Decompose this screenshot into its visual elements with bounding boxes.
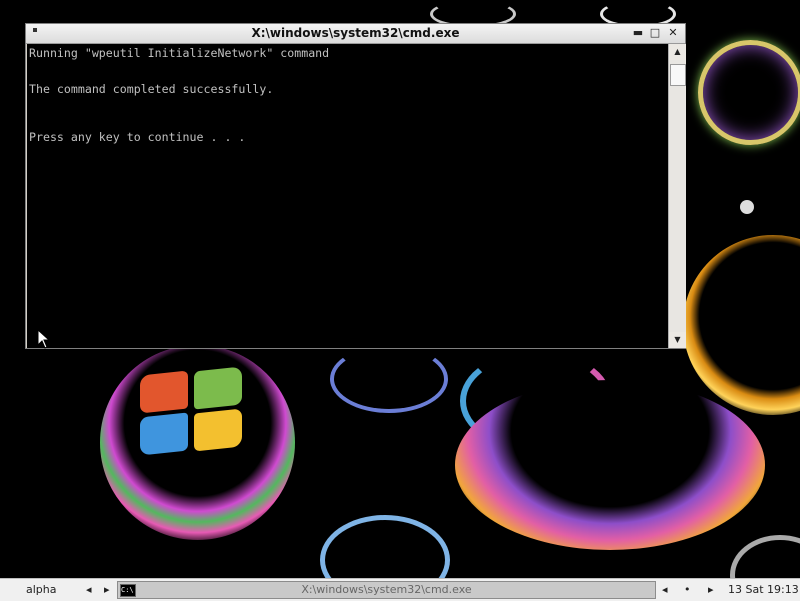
cmd-window: X:\windows\system32\cmd.exe ▬ □ ✕ Runnin… [25, 23, 686, 349]
console-line: Running "wpeutil InitializeNetwork" comm… [29, 46, 330, 60]
title-bar[interactable]: X:\windows\system32\cmd.exe ▬ □ ✕ [26, 24, 685, 44]
taskbar-item-label: X:\windows\system32\cmd.exe [301, 583, 472, 596]
windows-logo [140, 365, 250, 456]
tray-prev-button[interactable]: ◂ [662, 583, 668, 596]
maximize-button[interactable]: □ [648, 26, 662, 40]
bubble [455, 380, 765, 550]
console-line: Press any key to continue . . . [29, 130, 246, 144]
console-output[interactable]: Running "wpeutil InitializeNetwork" comm… [27, 44, 668, 348]
window-title: X:\windows\system32\cmd.exe [251, 26, 460, 40]
prev-desktop-button[interactable]: ◂ [86, 583, 92, 596]
console-line: The command completed successfully. [29, 82, 274, 96]
close-button[interactable]: ✕ [666, 26, 680, 40]
clock: 13 Sat 19:13 [728, 583, 799, 596]
bubble [330, 345, 448, 413]
tray-next-button[interactable]: ▸ [708, 583, 714, 596]
scroll-down-button[interactable]: ▼ [669, 332, 686, 348]
scroll-thumb[interactable] [670, 64, 686, 86]
bubble [698, 40, 800, 145]
taskbar: alpha ◂ ▸ C:\ X:\windows\system32\cmd.ex… [0, 578, 800, 601]
vertical-scrollbar[interactable]: ▲ ▼ [668, 44, 686, 348]
bubble [740, 200, 754, 214]
next-desktop-button[interactable]: ▸ [104, 583, 110, 596]
tray-dot-icon: • [684, 583, 691, 596]
bubble [320, 515, 450, 578]
bubble [730, 535, 800, 578]
taskbar-item-cmd[interactable]: C:\ X:\windows\system32\cmd.exe [117, 581, 656, 599]
bubble [683, 235, 800, 415]
minimize-button[interactable]: ▬ [631, 26, 645, 40]
user-label: alpha [26, 583, 57, 596]
scroll-up-button[interactable]: ▲ [669, 44, 686, 60]
